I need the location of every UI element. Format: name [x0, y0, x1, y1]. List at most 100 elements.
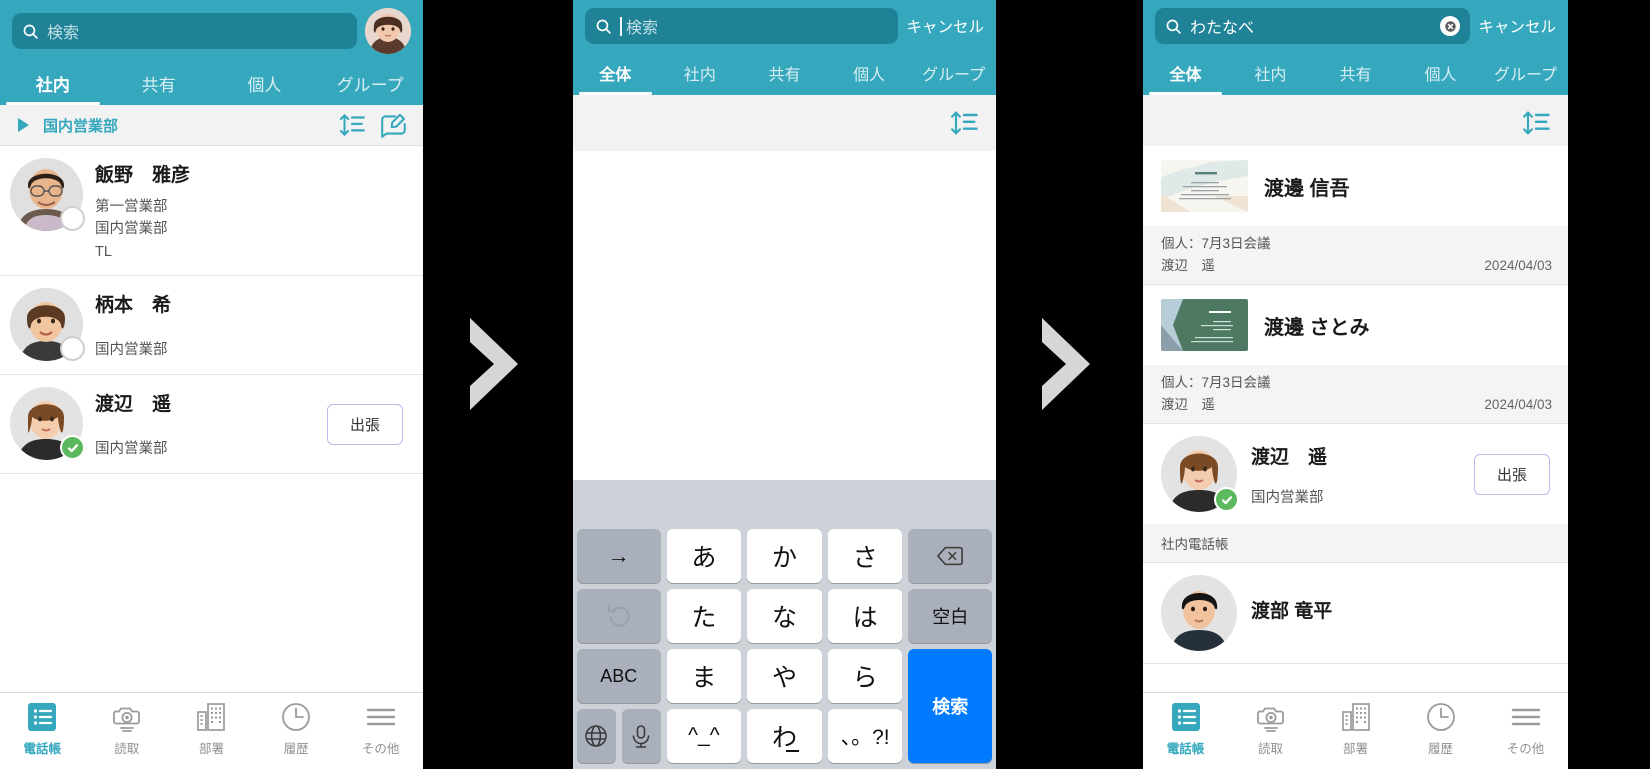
key-ta[interactable]: た — [666, 589, 742, 643]
key-emoji[interactable]: ^_^ — [666, 709, 742, 763]
mic-icon — [628, 723, 654, 749]
tab-label: グループ — [1493, 67, 1558, 84]
clock-icon — [279, 700, 313, 734]
key-punct[interactable]: 、。?! — [827, 709, 903, 763]
bottom-tab-bar: 電話帳 読取 部署 履歴 その他 — [1143, 692, 1568, 769]
expand-triangle-icon[interactable] — [18, 118, 29, 132]
bottom-tab-history[interactable]: 履歴 — [1398, 700, 1483, 757]
bottom-tab-scan[interactable]: 読取 — [1228, 700, 1313, 757]
list-item[interactable]: 渡辺 遥 国内営業部 出張 社内電話帳 — [1143, 424, 1568, 564]
bottom-tab-label: 部署 — [1342, 742, 1368, 756]
table-row[interactable]: 柄本 希 国内営業部 — [0, 276, 423, 376]
result-date: 2024/04/03 — [1484, 396, 1552, 412]
key-ka[interactable]: か — [747, 529, 822, 583]
bottom-tab-label: 履歴 — [1427, 742, 1453, 756]
sort-icon[interactable] — [1520, 107, 1552, 139]
key-ra[interactable]: ら — [827, 649, 903, 703]
tab-label: グループ — [336, 75, 404, 95]
tab-kyoyu[interactable]: 共有 — [1313, 51, 1398, 95]
panel2-header: 検索 キャンセル 全体 社内 共有 個人 グループ — [573, 0, 996, 95]
tab-kojin[interactable]: 個人 — [1398, 51, 1483, 95]
list-item[interactable]: 渡邊 さとみ 個人：7月3日会議 渡辺 遥 2024/04/03 — [1143, 285, 1568, 425]
bottom-tab-scan[interactable]: 読取 — [85, 700, 170, 757]
search-input[interactable]: 検索 — [12, 13, 357, 49]
key-ya[interactable]: や — [747, 649, 822, 703]
tab-kyoyu[interactable]: 共有 — [106, 61, 212, 105]
key-wa[interactable]: わ — [747, 709, 822, 763]
result-person: 渡辺 遥 国内営業部 出張 — [1143, 424, 1568, 524]
space-key[interactable]: 空白 — [908, 589, 992, 643]
table-row[interactable]: 渡辺 遥 国内営業部 出張 — [0, 375, 423, 475]
bottom-tab-history[interactable]: 履歴 — [254, 700, 339, 757]
bottom-tab-label: 部署 — [198, 742, 224, 756]
bottom-tab-label: 読取 — [1257, 742, 1283, 756]
tab-zentai[interactable]: 全体 — [573, 51, 658, 95]
tab-kojin[interactable]: 個人 — [212, 61, 318, 105]
compose-icon[interactable] — [379, 110, 409, 140]
sort-icon[interactable] — [948, 107, 980, 139]
bottom-tab-phonebook[interactable]: 電話帳 — [1143, 700, 1228, 757]
tab-group[interactable]: グループ — [317, 61, 423, 105]
mic-key[interactable] — [621, 709, 661, 763]
bottom-tab-label: 電話帳 — [23, 742, 62, 756]
avatar[interactable] — [365, 8, 411, 54]
bottom-tab-label: その他 — [1506, 742, 1545, 756]
tab-label: 個人 — [853, 67, 886, 84]
abc-key[interactable]: ABC — [577, 649, 661, 703]
list-item[interactable]: 渡邊 信吾 個人：7月3日会議 渡辺 遥 2024/04/03 — [1143, 146, 1568, 286]
tab-kyoyu[interactable]: 共有 — [742, 51, 827, 95]
status-badge[interactable]: 出張 — [1473, 453, 1550, 495]
tab-label: 個人 — [1424, 67, 1457, 84]
bottom-tab-other[interactable]: その他 — [338, 700, 423, 757]
result-meta: 個人：7月3日会議 渡辺 遥 2024/04/03 — [1143, 365, 1568, 424]
keyboard-suggestion-bar — [573, 480, 996, 529]
list-item[interactable]: 渡部 竜平 — [1143, 563, 1568, 665]
menu-icon — [1509, 700, 1543, 734]
search-results-list[interactable]: 渡邊 信吾 個人：7月3日会議 渡辺 遥 2024/04/03 渡邊 さとみ 個… — [1143, 146, 1568, 692]
tab-label: 全体 — [599, 67, 632, 84]
clear-icon[interactable] — [1440, 16, 1461, 36]
group-bar[interactable]: 国内営業部 — [0, 105, 423, 146]
bottom-tab-other[interactable]: その他 — [1483, 700, 1568, 757]
status-badge[interactable]: 出張 — [326, 403, 403, 445]
bottom-tab-dept[interactable]: 部署 — [1313, 700, 1398, 757]
bottom-tab-label: その他 — [361, 742, 400, 756]
backspace-key[interactable] — [908, 529, 992, 583]
key-sa[interactable]: さ — [827, 529, 903, 583]
tab-label: 個人 — [247, 75, 282, 95]
key-a[interactable]: あ — [666, 529, 742, 583]
search-placeholder: 検索 — [47, 25, 80, 42]
flow-arrow-icon — [460, 312, 532, 416]
tab-group[interactable]: グループ — [911, 51, 996, 95]
tab-zentai[interactable]: 全体 — [1143, 51, 1228, 95]
result-main: 渡邊 さとみ — [1143, 285, 1568, 365]
search-input[interactable]: 検索 — [585, 8, 899, 44]
cancel-button[interactable]: キャンセル — [906, 15, 984, 37]
cursor-right-key[interactable]: → — [577, 529, 661, 583]
panel3-header: わたなべ キャンセル 全体 社内 共有 個人 グループ — [1143, 0, 1568, 95]
key-na[interactable]: な — [747, 589, 822, 643]
undo-icon — [606, 603, 632, 629]
search-input[interactable]: わたなべ — [1155, 8, 1471, 44]
table-row[interactable]: 飯野 雅彦 第一営業部 国内営業部 TL — [0, 146, 423, 277]
tab-shanai[interactable]: 社内 — [658, 51, 743, 95]
tab-group[interactable]: グループ — [1483, 51, 1568, 95]
key-ha[interactable]: は — [827, 589, 903, 643]
key-ma[interactable]: ま — [666, 649, 742, 703]
clock-icon — [1424, 700, 1458, 734]
sort-icon[interactable] — [337, 110, 367, 140]
tab-kojin[interactable]: 個人 — [827, 51, 912, 95]
tab-shanai[interactable]: 社内 — [1228, 51, 1313, 95]
result-meta: 個人：7月3日会議 渡辺 遥 2024/04/03 — [1143, 226, 1568, 285]
contact-name: 柄本 希 — [95, 295, 172, 317]
cancel-button[interactable]: キャンセル — [1478, 15, 1556, 37]
bottom-tab-phonebook[interactable]: 電話帳 — [0, 700, 85, 757]
globe-key[interactable] — [577, 709, 616, 763]
globe-icon — [583, 723, 609, 749]
result-meta-label: 個人：7月3日会議 — [1161, 236, 1271, 251]
tab-shanai[interactable]: 社内 — [0, 61, 106, 105]
result-name: 渡部 竜平 — [1251, 601, 1333, 623]
bottom-tab-dept[interactable]: 部署 — [169, 700, 254, 757]
undo-key[interactable] — [577, 589, 661, 643]
search-key[interactable]: 検索 — [908, 649, 992, 763]
